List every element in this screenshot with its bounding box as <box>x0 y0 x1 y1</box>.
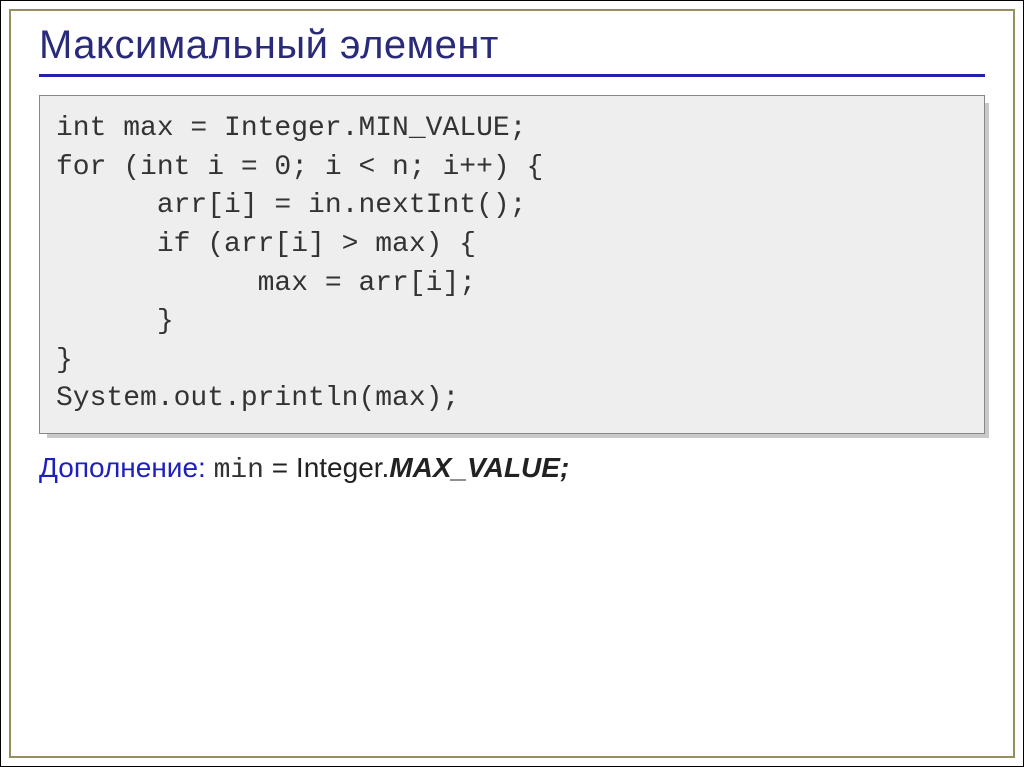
note-label: Дополнение: <box>39 452 206 483</box>
codeblock: int max = Integer.MIN_VALUE; for (int i … <box>39 95 985 434</box>
codeblock-wrap: int max = Integer.MIN_VALUE; for (int i … <box>39 95 985 434</box>
note-line: Дополнение: min = Integer.MAX_VALUE; <box>39 452 985 486</box>
slide-inner-frame: Максимальный элемент int max = Integer.M… <box>9 9 1015 758</box>
slide-title: Максимальный элемент <box>39 23 985 77</box>
note-code-prefix: min <box>214 455 264 486</box>
note-serif-text: Integer. <box>296 452 389 483</box>
note-equals: = <box>272 452 296 483</box>
code-text: int max = Integer.MIN_VALUE; for (int i … <box>56 110 968 419</box>
note-bolditalic: MAX_VALUE; <box>389 452 569 483</box>
slide: Максимальный элемент int max = Integer.M… <box>0 0 1024 767</box>
